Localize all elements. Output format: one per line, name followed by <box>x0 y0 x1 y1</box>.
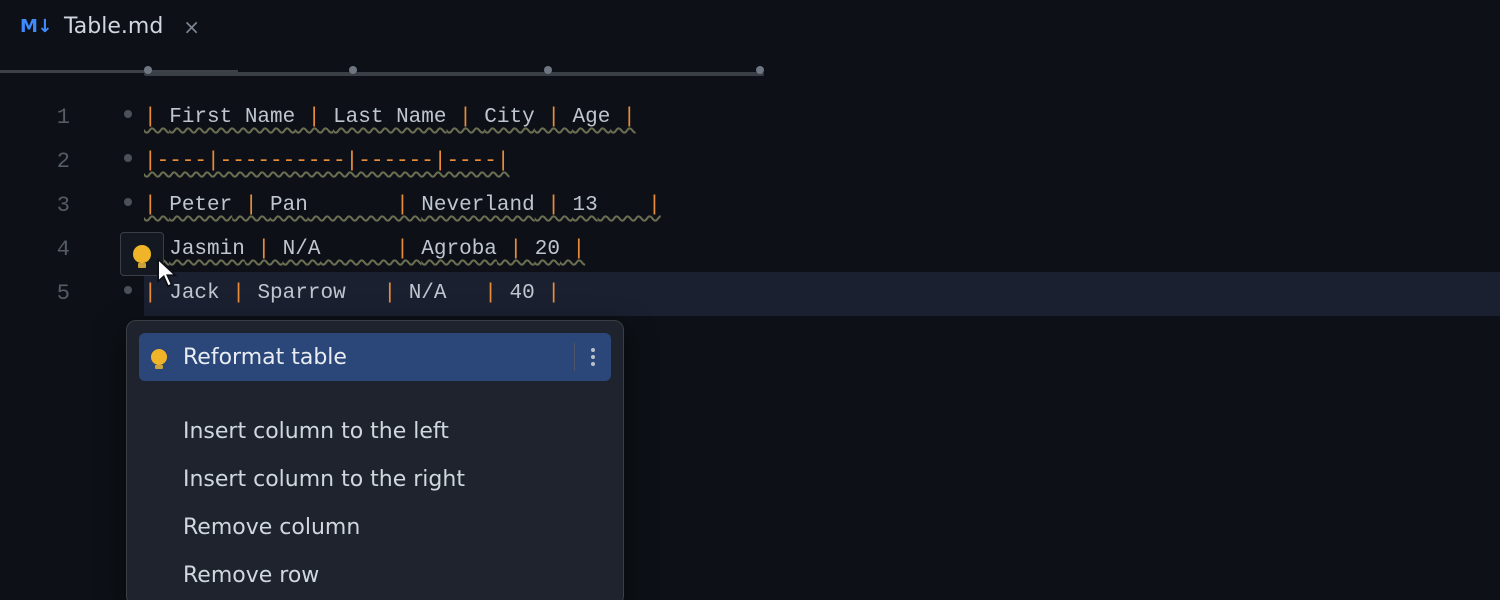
ruler-tick-icon <box>349 66 357 74</box>
popup-item-label: Remove row <box>183 563 319 588</box>
popup-item-label: Remove column <box>183 515 360 540</box>
ruler-tick-icon <box>756 66 764 74</box>
ruler-line <box>144 72 764 76</box>
table-cell-text: N/A <box>409 282 447 305</box>
intention-popup: Reformat table Insert column to the left… <box>126 320 624 600</box>
close-tab-icon[interactable]: × <box>183 15 200 39</box>
table-pipe: | <box>560 238 585 261</box>
table-pipe: | <box>144 194 169 217</box>
code-line[interactable]: | Jasmin | N/A | Agroba | 20 | <box>144 228 1500 272</box>
popup-item-more-button[interactable] <box>574 343 595 372</box>
popup-item-label: Insert column to the right <box>183 467 465 492</box>
table-cell-text: Jack <box>169 282 219 305</box>
table-pipe: | <box>295 106 333 129</box>
tab-bar: M↓ Table.md × <box>0 0 1500 54</box>
table-cell-text: First Name <box>169 106 295 129</box>
popup-item-remove-row[interactable]: Remove row <box>139 551 611 599</box>
line-number: 5 <box>0 272 70 316</box>
table-pipe: | <box>144 106 169 129</box>
tab-filename: Table.md <box>64 14 163 39</box>
popup-separator <box>139 391 611 407</box>
ruler-tick-icon <box>144 66 152 74</box>
popup-item-label: Reformat table <box>183 345 347 370</box>
table-cell-text: Sparrow <box>257 282 345 305</box>
ruler-tick-icon <box>544 66 552 74</box>
table-pipe: | <box>610 106 635 129</box>
line-number-gutter: 1 2 3 4 5 <box>0 74 118 600</box>
table-cell-text: City <box>484 106 534 129</box>
table-pipe: | <box>535 194 573 217</box>
lightbulb-icon <box>151 349 167 365</box>
table-cell-text: 13 <box>573 194 598 217</box>
code-line[interactable]: |----|----------|------|----| <box>144 140 1500 184</box>
table-pipe: | <box>598 194 661 217</box>
table-pipe: | <box>535 282 560 305</box>
kebab-icon <box>591 348 595 366</box>
table-pipe: | <box>308 194 421 217</box>
table-cell-text: Last Name <box>333 106 446 129</box>
intention-bulb-button[interactable] <box>120 232 164 276</box>
popup-item-reformat-table[interactable]: Reformat table <box>139 333 611 381</box>
popup-item-label: Insert column to the left <box>183 419 449 444</box>
code-line[interactable]: | First Name | Last Name | City | Age | <box>144 96 1500 140</box>
table-cell-text: Pan <box>270 194 308 217</box>
table-cell-text: Agroba <box>421 238 497 261</box>
table-cell-text: N/A <box>283 238 321 261</box>
table-cell-text: Neverland <box>421 194 534 217</box>
table-pipe: | <box>346 282 409 305</box>
table-cell-text: Jasmin <box>169 238 245 261</box>
table-pipe: | <box>535 106 573 129</box>
line-number: 1 <box>0 96 70 140</box>
popup-item-insert-col-left[interactable]: Insert column to the left <box>139 407 611 455</box>
line-number: 4 <box>0 228 70 272</box>
line-number: 3 <box>0 184 70 228</box>
line-number: 2 <box>0 140 70 184</box>
code-line[interactable]: | Peter | Pan | Neverland | 13 | <box>144 184 1500 228</box>
filetype-badge-icon: M↓ <box>20 16 52 37</box>
table-pipe: | <box>144 282 169 305</box>
popup-item-insert-col-right[interactable]: Insert column to the right <box>139 455 611 503</box>
table-pipe: | <box>447 282 510 305</box>
table-cell-text: 40 <box>510 282 535 305</box>
code-line[interactable]: | Jack | Sparrow | N/A | 40 | <box>144 272 1500 316</box>
table-pipe: |----|----------|------|----| <box>144 150 509 173</box>
table-pipe: | <box>232 194 270 217</box>
table-pipe: | <box>446 106 484 129</box>
lightbulb-icon <box>133 245 151 263</box>
table-pipe: | <box>245 238 283 261</box>
editor-tab[interactable]: M↓ Table.md × <box>0 0 220 53</box>
table-cell-text: Peter <box>169 194 232 217</box>
table-cell-text: 20 <box>535 238 560 261</box>
indent-guide-ruler <box>144 68 1500 80</box>
table-cell-text: Age <box>573 106 611 129</box>
code-lines[interactable]: | First Name | Last Name | City | Age ||… <box>118 74 1500 316</box>
table-pipe: | <box>497 238 535 261</box>
popup-item-remove-column[interactable]: Remove column <box>139 503 611 551</box>
table-pipe: | <box>320 238 421 261</box>
table-pipe: | <box>220 282 258 305</box>
